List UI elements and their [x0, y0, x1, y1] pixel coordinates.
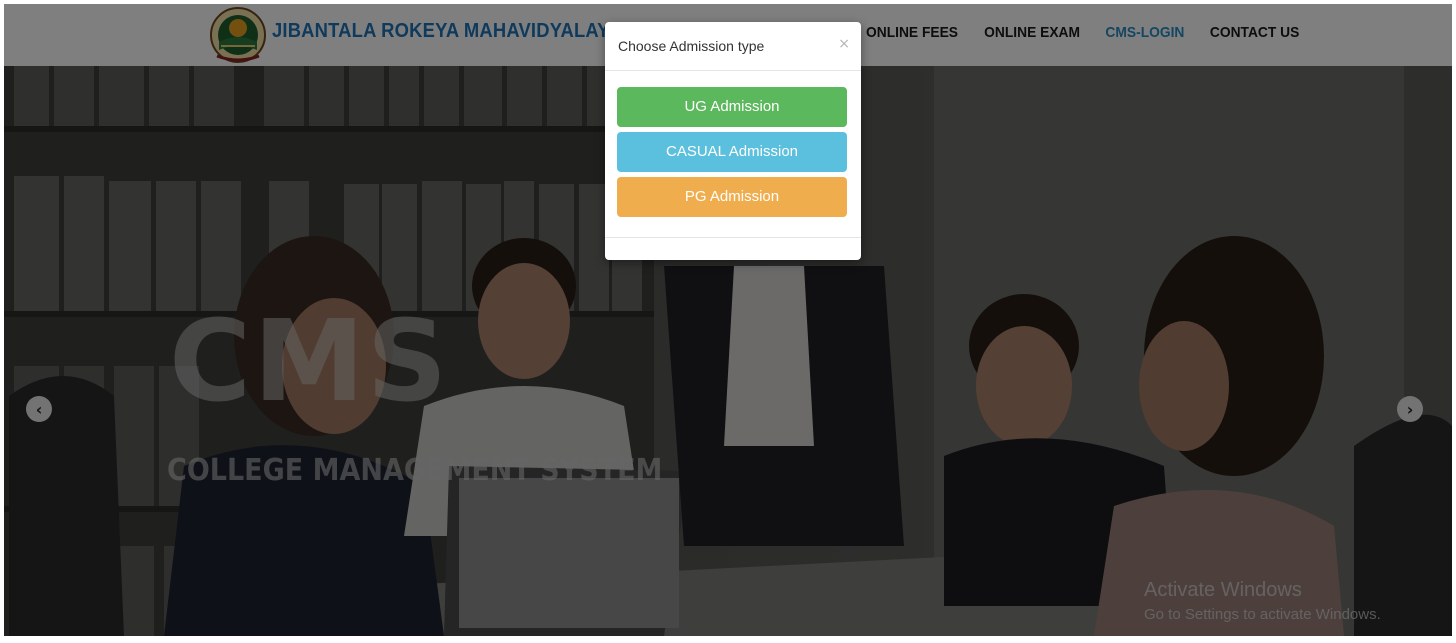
modal-body: UG Admission CASUAL Admission PG Admissi… — [605, 71, 861, 217]
pg-admission-button[interactable]: PG Admission — [617, 177, 847, 217]
close-icon[interactable]: × — [838, 36, 850, 52]
admission-type-modal: Choose Admission type × UG Admission CAS… — [605, 22, 861, 260]
browser-viewport: JIBANTALA ROKEYA MAHAVIDYALAYA ONLINE FE… — [4, 4, 1452, 636]
ug-admission-button[interactable]: UG Admission — [617, 87, 847, 127]
modal-header: Choose Admission type × — [605, 22, 861, 71]
modal-footer — [605, 237, 861, 238]
modal-title: Choose Admission type — [618, 38, 765, 54]
casual-admission-button[interactable]: CASUAL Admission — [617, 132, 847, 172]
